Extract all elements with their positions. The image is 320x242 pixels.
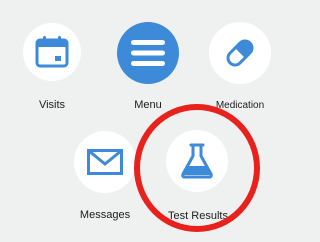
test-results-label: Test Results [168,210,228,222]
visits-icon-circle[interactable] [23,23,81,81]
medication-label: Medication [215,100,265,111]
flask-icon [181,143,213,179]
menu-label: Menu [134,99,162,111]
hamburger-menu-icon [131,40,165,66]
messages-label: Messages [79,209,131,221]
calendar-icon [35,36,69,68]
visits-label: Visits [38,99,66,111]
medication-icon-circle[interactable] [209,22,271,84]
test-results-icon-circle[interactable] [166,130,228,192]
menu-icon-circle[interactable] [117,22,179,84]
envelope-icon [87,149,123,175]
messages-icon-circle[interactable] [74,131,136,193]
pill-capsule-icon [226,39,254,67]
